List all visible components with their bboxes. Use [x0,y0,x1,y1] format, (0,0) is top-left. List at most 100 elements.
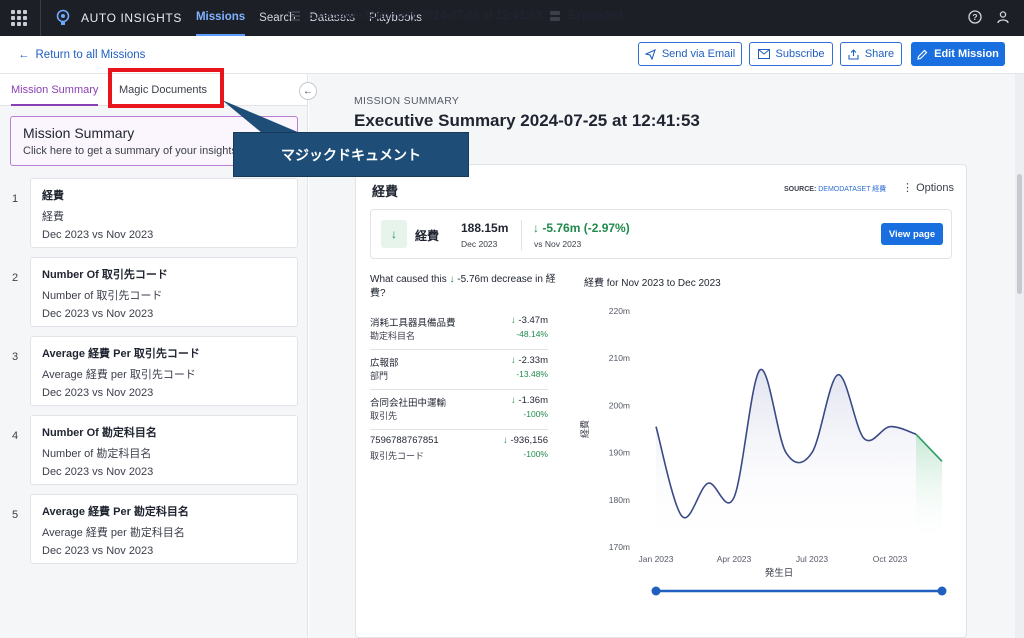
share-button[interactable]: Share [840,42,902,66]
collapse-panel-button[interactable]: ← [299,82,317,100]
insight-list-item[interactable]: 経費 経費 Dec 2023 vs Nov 2023 [30,178,298,248]
driver-name: 消耗工具器具備品費 [370,318,456,329]
subscribe-button[interactable]: Subscribe [749,42,833,66]
item-number: 4 [12,430,19,442]
edit-mission-button[interactable]: Edit Mission [911,42,1005,66]
driver-percent: -100% [523,409,548,419]
share-label: Share [864,48,895,60]
kpi-delta: ↓ -5.76m (-2.97%) [533,221,630,235]
arrow-left-icon: ← [303,85,313,97]
y-axis-label: 経費 [579,420,590,438]
driver-name: 7596788767851 [370,435,439,446]
range-slider-end-handle [937,586,947,596]
drivers-heading-value: -5.76m [457,274,489,285]
driver-value-text: -936,156 [510,435,548,446]
driver-row[interactable]: 消耗工具器具備品費 勘定科目名 ↓ -3.47m -48.14% [370,311,548,350]
item-period: Dec 2023 vs Nov 2023 [42,545,154,557]
arrow-down-icon: ↓ [511,395,516,406]
series-area [656,369,916,547]
x-tick-label: Oct 2023 [873,554,908,564]
driver-dimension: 取引先 [370,411,398,421]
driver-row[interactable]: 7596788767851 取引先コード ↓ -936,156 -100% [370,431,548,470]
driver-row[interactable]: 合同会社田中運輸 取引先 ↓ -1.36m -100% [370,391,548,430]
back-link-label: Return to all Missions [35,48,146,61]
kpi-divider [521,220,522,250]
item-number: 2 [12,272,19,284]
report-select[interactable]: Executive Summary 2024-07-25 at 12:41:53… [288,10,558,22]
scrollbar-thumb[interactable] [1017,174,1022,294]
y-tick-label: 170m [609,542,630,552]
send-via-email-button[interactable]: Send via Email [638,42,742,66]
app-title: AUTO INSIGHTS [81,11,182,25]
kpi-value: 188.15m [461,221,509,235]
edit-mission-label: Edit Mission [934,48,999,60]
driver-value: ↓ -1.36m [511,395,548,406]
magic-documents-callout: マジックドキュメント [233,132,469,177]
driver-value-text: -1.36m [518,395,548,406]
insight-list-item[interactable]: Average 経費 Per 取引先コード Average 経費 per 取引先… [30,336,298,406]
back-to-missions-link[interactable]: ← Return to all Missions [18,49,145,61]
send-icon [644,48,656,60]
arrow-down-icon: ↓ [511,355,516,366]
send-via-email-label: Send via Email [661,48,736,60]
tab-mission-summary[interactable]: Mission Summary [11,84,99,106]
driver-name: 合同会社田中運輸 [370,398,447,409]
nav-divider [40,0,41,36]
driver-value: ↓ -3.47m [511,315,548,326]
arrow-down-icon: ↓ [381,220,407,248]
chevron-down-icon: ⌄ [629,10,638,21]
insight-list-item[interactable]: Average 経費 Per 勘定科目名 Average 経費 per 勘定科目… [30,494,298,564]
driver-row[interactable]: 広報部 部門 ↓ -2.33m -13.48% [370,351,548,390]
kpi-metric-name: 経費 [415,229,440,243]
source-label: SOURCE: DEMODATASET 経費 [784,184,886,194]
view-page-button[interactable]: View page [881,223,943,245]
item-metric: Average 経費 per 勘定科目名 [42,527,185,539]
view-select[interactable]: Expanded ⌄ [549,10,638,22]
help-icon[interactable]: ? [968,10,982,24]
share-icon [848,48,859,60]
driver-percent: -48.14% [516,329,548,339]
y-tick-label: 200m [609,400,630,410]
item-metric: Average 経費 per 取引先コード [42,369,196,381]
user-icon[interactable] [996,10,1010,24]
range-slider-start-handle [651,586,661,596]
report-select-value: Executive Summary 2024-07-25 at 12:41:53 [308,10,542,22]
source-link[interactable]: DEMODATASET 経費 [818,186,886,193]
drivers-heading: What caused this ↓ -5.76m decrease in 経費… [370,273,556,301]
kpi-delta-value: -5.76m (-2.97%) [542,221,630,235]
driver-name: 広報部 [370,358,399,369]
driver-value-text: -3.47m [518,315,548,326]
pencil-icon [917,49,928,60]
driver-percent: -100% [523,449,548,459]
x-tick-label: Jul 2023 [796,554,828,564]
drivers-heading-prefix: What caused this [370,274,447,285]
item-number: 5 [12,509,19,521]
layers-icon [550,11,560,21]
insight-card: 経費 SOURCE: DEMODATASET 経費 ⋮ Options ↓ 経費… [355,164,967,638]
main-scrollbar[interactable] [1015,74,1024,638]
x-tick-label: Apr 2023 [717,554,752,564]
nav-missions[interactable]: Missions [195,0,246,36]
insight-list-item[interactable]: Number Of 取引先コード Number of 取引先コード Dec 20… [30,257,298,327]
source-prefix: SOURCE: [784,186,817,193]
insight-list-item[interactable]: Number Of 勘定科目名 Number of 勘定科目名 Dec 2023… [30,415,298,485]
item-period: Dec 2023 vs Nov 2023 [42,387,154,399]
svg-text:?: ? [972,12,977,22]
magic-documents-highlight [108,68,224,108]
item-title: Average 経費 Per 勘定科目名 [42,506,189,518]
driver-value: ↓ -936,156 [503,435,548,446]
item-number: 1 [12,193,19,205]
subscribe-label: Subscribe [775,48,825,60]
driver-value-text: -2.33m [518,355,548,366]
arrow-down-icon: ↓ [503,435,508,446]
item-title: Number Of 勘定科目名 [42,427,157,439]
kpi-summary: ↓ 経費 188.15m Dec 2023 ↓ -5.76m (-2.97%) … [370,209,952,259]
options-menu[interactable]: ⋮ Options [902,181,954,194]
arrow-down-icon: ↓ [449,274,455,285]
arrow-down-icon: ↓ [511,315,516,326]
item-title: Average 経費 Per 取引先コード [42,348,200,360]
item-metric: Number of 勘定科目名 [42,448,152,460]
apps-grid-icon[interactable] [10,9,28,27]
arrow-left-icon: ← [18,48,30,61]
item-period: Dec 2023 vs Nov 2023 [42,308,154,320]
